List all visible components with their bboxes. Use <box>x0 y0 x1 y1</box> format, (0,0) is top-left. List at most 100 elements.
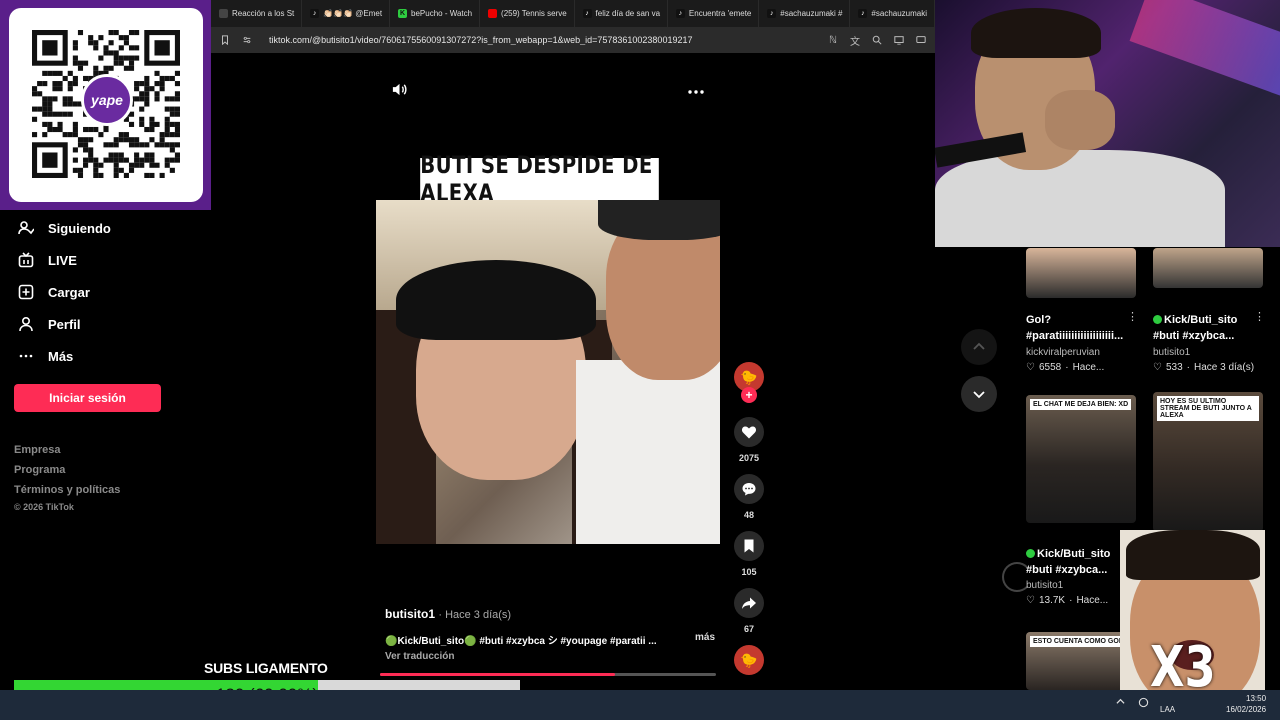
qr-module <box>113 142 119 148</box>
browser-tab[interactable]: ♪ feliz día de san va <box>575 0 668 27</box>
qr-module <box>77 60 84 66</box>
qr-module <box>52 126 58 133</box>
qr-module <box>42 106 48 112</box>
browser-tab[interactable]: ♪ #sachauzumaki # <box>759 0 851 27</box>
footer-link-program[interactable]: Programa <box>14 464 65 476</box>
bookmark-icon[interactable] <box>219 34 231 46</box>
next-video-button[interactable] <box>961 376 997 412</box>
share-count: 67 <box>743 624 754 634</box>
browser-tab[interactable]: Reacción a los St <box>211 0 303 27</box>
chevron-up-icon <box>973 342 985 350</box>
sidebar-item-upload[interactable]: Cargar <box>18 284 90 300</box>
follow-button[interactable]: + <box>741 387 757 403</box>
qr-module <box>47 121 53 127</box>
recommendation-stats: ♡ 533 · Hace 3 día(s) <box>1153 362 1255 373</box>
site-info-icon[interactable] <box>241 34 253 46</box>
tray-chevron-up-icon[interactable] <box>1116 697 1128 709</box>
comment-icon[interactable] <box>734 474 764 504</box>
address-bar: tiktok.com/@butisito1/video/760617556009… <box>211 27 935 53</box>
network-icon[interactable] <box>1138 697 1150 709</box>
sidebar-item-more[interactable]: Más <box>18 348 73 364</box>
system-clock[interactable]: 13:50 16/02/2026 <box>1226 693 1266 715</box>
video-player[interactable] <box>376 200 720 544</box>
rgb-light <box>1129 0 1280 96</box>
recommendation-author[interactable]: kickviralperuvian <box>1026 347 1100 358</box>
heart-icon[interactable] <box>734 417 764 447</box>
youtube-icon <box>488 9 498 18</box>
recommendation-menu-icon[interactable]: ⋮ <box>1254 310 1265 323</box>
qr-module <box>128 60 135 66</box>
qr-module <box>144 75 150 82</box>
qr-module <box>134 96 140 102</box>
qr-module <box>154 96 160 102</box>
recommendation-author[interactable]: butisito1 <box>1026 580 1063 591</box>
zoom-icon[interactable] <box>871 34 883 46</box>
extension-icon[interactable] <box>893 34 905 46</box>
author-line: butisito1 · Hace 3 día(s) <box>385 607 511 621</box>
translate-icon[interactable]: 文 <box>849 34 861 48</box>
qr-module <box>83 137 89 143</box>
qr-module <box>88 137 94 143</box>
login-button[interactable]: Iniciar sesión <box>14 384 161 412</box>
comment-action[interactable]: 48 <box>732 474 766 520</box>
recommendation-title[interactable]: Gol? #paratiiiiiiiiiiiiiiiiii... <box>1026 312 1126 344</box>
sidebar-item-following[interactable]: Siguiendo <box>18 220 111 236</box>
browser-tab[interactable]: ♪ Encuentra 'emete <box>668 0 760 27</box>
volume-icon[interactable] <box>391 81 408 103</box>
share-action[interactable]: 67 <box>732 588 766 634</box>
recommendation-title[interactable]: Kick/Buti_sito #buti #xzybca... <box>1153 312 1253 344</box>
green-dot-icon <box>1026 549 1035 558</box>
recommendation-menu-icon[interactable]: ⋮ <box>1127 310 1138 323</box>
video-options-icon[interactable] <box>687 84 705 102</box>
sidebar-item-live[interactable]: LIVE <box>18 252 77 268</box>
bookmark-icon[interactable] <box>734 531 764 561</box>
recommendation-thumbnail[interactable]: EL CHAT ME DEJA BIEN: XD <box>1026 395 1136 523</box>
save-action[interactable]: 105 <box>732 531 766 577</box>
recommendation-thumbnail[interactable] <box>1026 248 1136 298</box>
qr-module <box>103 126 109 133</box>
qr-module <box>154 70 160 76</box>
qr-module <box>108 30 114 36</box>
browser-tab-active[interactable]: ♪ #sachauzumaki <box>850 0 935 27</box>
video-progress-bar[interactable] <box>380 673 716 676</box>
qr-module <box>123 172 129 178</box>
recommendation-thumbnail[interactable]: HOY ES SU ULTIMO STREAM DE BUTI JUNTO A … <box>1153 392 1263 532</box>
previous-video-button[interactable] <box>961 329 997 365</box>
qr-module <box>88 147 94 153</box>
thumbnail-caption: HOY ES SU ULTIMO STREAM DE BUTI JUNTO A … <box>1157 396 1259 421</box>
qr-module <box>88 35 94 41</box>
qr-module <box>144 81 150 87</box>
browser-tab[interactable]: ♪ 👏🏻👏🏻👏🏻 @Emet <box>302 0 391 27</box>
qr-module <box>139 116 145 122</box>
browser-tab[interactable]: KbePucho - Watch <box>390 0 481 27</box>
music-disc-avatar[interactable]: 🐤 <box>734 645 764 675</box>
sidebar-item-profile[interactable]: Perfil <box>18 316 81 332</box>
qr-module <box>93 40 99 46</box>
qr-module <box>139 121 145 127</box>
qr-module <box>128 162 135 168</box>
reader-mode-icon[interactable]: ℕ <box>827 34 839 46</box>
author-name[interactable]: butisito1 <box>385 607 435 621</box>
footer-link-terms[interactable]: Términos y políticas <box>14 484 120 496</box>
qr-module <box>108 157 114 163</box>
recommendation-title[interactable]: Kick/Buti_sito #buti #xzybca... <box>1026 546 1126 578</box>
subs-goal-label: SUBS LIGAMENTO <box>204 660 328 676</box>
qr-module <box>113 55 119 61</box>
qr-module <box>159 86 165 92</box>
qr-module <box>149 121 155 127</box>
recommendation-author[interactable]: butisito1 <box>1153 347 1190 358</box>
screen-cast-icon[interactable] <box>915 34 927 46</box>
keyboard-language[interactable]: LAA <box>1160 705 1175 714</box>
more-link[interactable]: más <box>695 632 715 647</box>
browser-tab[interactable]: (259) Tennis serve <box>480 0 575 27</box>
like-action[interactable]: 2075 <box>732 417 766 463</box>
recommendation-thumbnail[interactable] <box>1153 248 1263 288</box>
qr-module <box>144 126 150 133</box>
qr-module <box>123 137 129 143</box>
footer-link-company[interactable]: Empresa <box>14 444 60 456</box>
translate-link[interactable]: Ver traducción <box>385 651 454 662</box>
url-field[interactable]: tiktok.com/@butisito1/video/760617556009… <box>263 35 817 45</box>
qr-module <box>93 162 99 168</box>
share-icon[interactable] <box>734 588 764 618</box>
qr-module <box>98 55 104 61</box>
